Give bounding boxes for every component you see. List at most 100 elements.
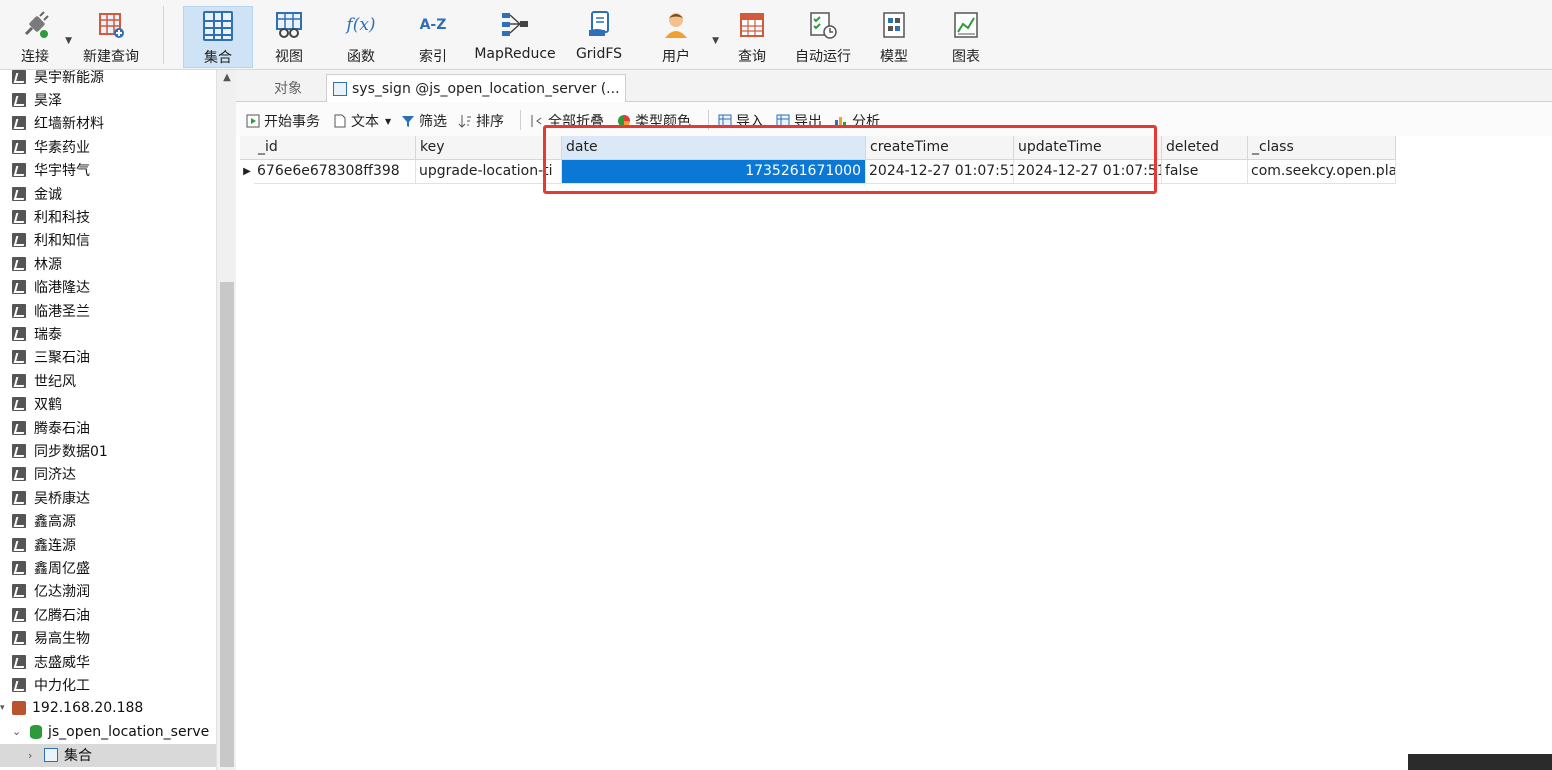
sidebar-item[interactable]: 昊宇新能源: [0, 70, 216, 88]
column-header-updatetime[interactable]: updateTime: [1014, 136, 1162, 160]
collection-folder-icon: [12, 560, 26, 575]
tab-objects[interactable]: 对象: [250, 74, 326, 102]
caret-down-icon[interactable]: ▼: [712, 36, 719, 46]
collection-button[interactable]: 集合: [183, 6, 253, 68]
chevron-right-icon[interactable]: ›: [28, 749, 42, 762]
user-icon: [661, 10, 691, 40]
user-button[interactable]: 用户 ▼: [645, 6, 719, 68]
gridfs-button[interactable]: GridFS: [568, 6, 630, 68]
chart-button[interactable]: 图表: [938, 6, 994, 68]
chevron-down-icon[interactable]: ⌄: [12, 725, 26, 738]
sidebar-item[interactable]: 亿达渤润: [0, 580, 216, 603]
cell-id[interactable]: 676e6e678308ff398: [254, 160, 416, 184]
sidebar-item-label: 鑫高源: [34, 514, 76, 531]
sidebar-item[interactable]: 同济达: [0, 463, 216, 486]
column-header-class[interactable]: _class: [1248, 136, 1396, 160]
query-button[interactable]: 查询: [724, 6, 780, 68]
sidebar-item[interactable]: 鑫连源: [0, 533, 216, 556]
sidebar-item[interactable]: 易高生物: [0, 627, 216, 650]
import-button[interactable]: 导入: [718, 111, 764, 131]
column-header-createtime[interactable]: createTime: [866, 136, 1014, 160]
sidebar-item[interactable]: 临港圣兰: [0, 299, 216, 322]
tab-sys-sign-label: sys_sign @js_open_location_server (...: [352, 80, 620, 97]
sidebar-item[interactable]: 三聚石油: [0, 346, 216, 369]
new-query-button[interactable]: 新建查询: [78, 6, 144, 68]
sidebar-item[interactable]: 志盛威华: [0, 650, 216, 673]
begin-transaction-button[interactable]: 开始事务: [246, 111, 320, 131]
sidebar-item[interactable]: 华素药业: [0, 135, 216, 158]
export-button[interactable]: 导出: [776, 111, 822, 131]
sidebar-item[interactable]: 同步数据01: [0, 439, 216, 462]
index-button[interactable]: A-Z 索引: [402, 6, 464, 68]
sidebar-item[interactable]: 临港隆达: [0, 276, 216, 299]
cell-deleted[interactable]: false: [1162, 160, 1248, 184]
sidebar-item[interactable]: 金诚: [0, 182, 216, 205]
sidebar-item[interactable]: 华宇特气: [0, 159, 216, 182]
collection-folder-icon: [12, 607, 26, 622]
column-header-deleted[interactable]: deleted: [1162, 136, 1248, 160]
collapse-all-button[interactable]: 全部折叠: [530, 111, 604, 131]
function-button[interactable]: f(x) 函数: [330, 6, 392, 68]
collection-folder-icon: [12, 443, 26, 458]
sidebar-collections-node[interactable]: › 集合: [0, 743, 216, 767]
database-icon: [30, 724, 42, 739]
sidebar-item[interactable]: 昊泽: [0, 88, 216, 111]
scroll-thumb[interactable]: [220, 282, 234, 767]
sidebar-item[interactable]: 中力化工: [0, 673, 216, 696]
server-label: 192.168.20.188: [32, 700, 144, 717]
caret-down-icon[interactable]: ▼: [65, 36, 72, 46]
cell-class[interactable]: com.seekcy.open.pla: [1248, 160, 1396, 184]
tab-bar: 对象 sys_sign @js_open_location_server (..…: [236, 70, 1552, 102]
sidebar-item[interactable]: 红墙新材料: [0, 112, 216, 135]
sidebar-item[interactable]: 利和科技: [0, 205, 216, 228]
sidebar-item[interactable]: 鑫周亿盛: [0, 556, 216, 579]
view-button[interactable]: 视图: [258, 6, 320, 68]
collection-folder-icon: [12, 280, 26, 295]
cell-date[interactable]: 1735261671000: [562, 160, 866, 184]
sidebar-scrollbar[interactable]: ▲: [216, 70, 236, 770]
sidebar-item[interactable]: 亿腾石油: [0, 603, 216, 626]
sidebar-item[interactable]: 世纪风: [0, 369, 216, 392]
filter-button[interactable]: 筛选: [401, 111, 447, 131]
chevron-down-icon[interactable]: ▾: [0, 703, 10, 713]
sidebar-item[interactable]: 林源: [0, 252, 216, 275]
collection-label: 集合: [204, 50, 232, 66]
sidebar-item[interactable]: 双鹤: [0, 393, 216, 416]
collection-icon: [203, 11, 233, 41]
analyze-button[interactable]: 分析: [834, 111, 880, 131]
mapreduce-button[interactable]: MapReduce: [470, 6, 560, 68]
sidebar-item-label: 鑫连源: [34, 537, 76, 554]
scroll-up-icon[interactable]: ▲: [217, 72, 237, 90]
sort-button[interactable]: 排序: [458, 111, 504, 131]
gridfs-label: GridFS: [575, 46, 623, 62]
index-icon: A-Z: [419, 17, 447, 33]
sort-icon: [458, 114, 472, 128]
collection-folder-icon: [12, 373, 26, 388]
auto-run-button[interactable]: 自动运行: [790, 6, 856, 68]
model-label: 模型: [880, 49, 908, 65]
text-button[interactable]: 文本 ▼: [333, 111, 391, 131]
sidebar-item[interactable]: 鑫高源: [0, 510, 216, 533]
cell-key[interactable]: upgrade-location-ti: [416, 160, 562, 184]
sidebar-item[interactable]: 利和知信: [0, 229, 216, 252]
type-color-button[interactable]: 类型颜色: [617, 111, 691, 131]
column-header-id[interactable]: _id: [240, 136, 416, 160]
sidebar-server-node[interactable]: ▾ 192.168.20.188: [0, 697, 216, 720]
cell-createtime[interactable]: 2024-12-27 01:07:51: [866, 160, 1014, 184]
query-icon: [737, 10, 767, 40]
sidebar-database-node[interactable]: ⌄ js_open_location_serve: [0, 720, 216, 743]
connect-button[interactable]: 连接 ▼: [10, 6, 72, 68]
sidebar-item[interactable]: 吴桥康达: [0, 486, 216, 509]
sidebar-item[interactable]: 腾泰石油: [0, 416, 216, 439]
ribbon-separator: [163, 6, 164, 64]
model-button[interactable]: 模型: [866, 6, 922, 68]
tab-sys-sign[interactable]: sys_sign @js_open_location_server (...: [326, 74, 626, 102]
cell-updatetime[interactable]: 2024-12-27 01:07:51: [1014, 160, 1162, 184]
color-wheel-icon: [617, 114, 631, 128]
sidebar-item-label: 世纪风: [34, 373, 76, 390]
collection-tab-icon: [333, 81, 347, 96]
column-header-date[interactable]: date: [562, 136, 866, 160]
sidebar-item-label: 中力化工: [34, 677, 90, 694]
sidebar-item[interactable]: 瑞泰: [0, 322, 216, 345]
column-header-key[interactable]: key: [416, 136, 562, 160]
